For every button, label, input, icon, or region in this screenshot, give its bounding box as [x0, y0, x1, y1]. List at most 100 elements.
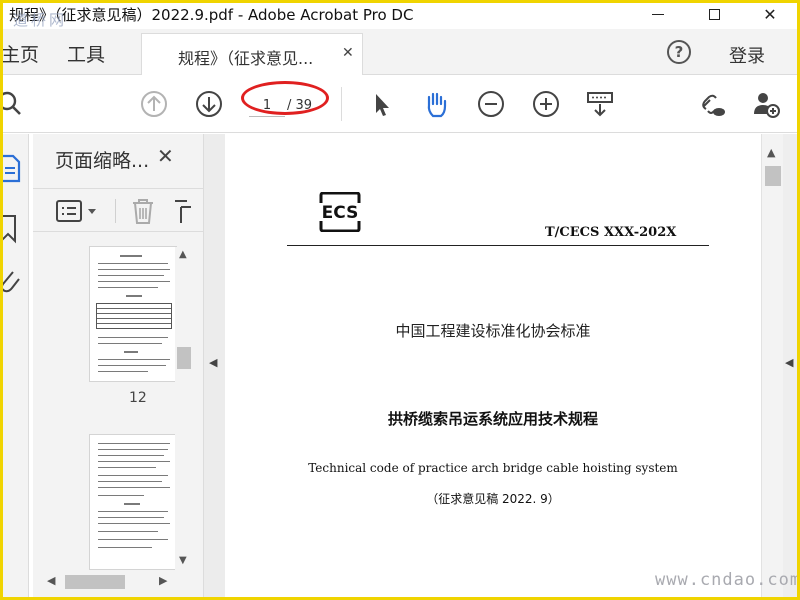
toolbar: 1 / 39: [3, 75, 797, 133]
add-user-icon[interactable]: [751, 89, 781, 119]
thumb-text-line: [98, 511, 168, 512]
next-page-icon[interactable]: [194, 89, 224, 119]
thumbnail-options-icon[interactable]: [55, 199, 101, 223]
window-title: 规程》（征求意见稿）2022.9.pdf - Adobe Acrobat Pro…: [9, 6, 414, 24]
toolbar-separator: [341, 87, 342, 121]
close-window-button[interactable]: ✕: [747, 3, 793, 25]
scroll-up-icon[interactable]: ▲: [179, 249, 187, 260]
select-cursor-icon[interactable]: [367, 89, 397, 119]
expand-right-pane-icon[interactable]: ◀: [785, 356, 793, 369]
ecs-logo-text: ECS: [322, 203, 359, 223]
thumb-text-line: [98, 539, 168, 540]
thumb-text-line: [124, 351, 138, 353]
scrollbar-thumb[interactable]: [65, 575, 125, 589]
thumb-table: [96, 303, 172, 329]
thumb-text-line: [98, 443, 170, 444]
scroll-up-icon[interactable]: ▲: [767, 146, 775, 159]
scrollbar-thumb[interactable]: [765, 166, 781, 186]
previous-page-icon[interactable]: [139, 89, 169, 119]
thumb-text-line: [98, 475, 168, 476]
thumb-text-line: [98, 523, 170, 524]
tab-document-label: 规程》（征求意见...: [178, 49, 314, 68]
thumb-text-line: [98, 531, 158, 532]
thumb-text-line: [98, 263, 168, 264]
nav-tools[interactable]: 工具: [67, 40, 105, 67]
zoom-in-icon[interactable]: [531, 89, 561, 119]
thumb-text-line: [98, 455, 164, 456]
scroll-left-icon[interactable]: ◀: [47, 574, 55, 587]
thumb-text-line: [98, 481, 162, 482]
scroll-right-icon[interactable]: ▶: [159, 574, 167, 587]
thumb-text-line: [124, 503, 140, 505]
thumb-text-line: [98, 449, 168, 450]
thumb-text-line: [98, 461, 170, 462]
document-title-en: Technical code of practice arch bridge c…: [308, 461, 678, 475]
attachment-icon[interactable]: [3, 266, 23, 296]
watermark-bottom: www.cndao.com: [655, 570, 797, 590]
thumbnails-panel: 页面缩略... ✕ 12 ▲ ▼ ◀ ▶: [33, 134, 203, 597]
document-page: ECS T/CECS XXX-202X 中国工程建设标准化协会标准 拱桥缆索吊运…: [225, 134, 761, 597]
maximize-button[interactable]: [691, 3, 737, 25]
tab-close-button[interactable]: ✕: [342, 45, 354, 61]
thumb-text-line: [98, 495, 144, 496]
page-thumbnail[interactable]: [89, 246, 177, 382]
delete-page-icon[interactable]: [129, 197, 157, 225]
panel-toolbar: [33, 188, 203, 232]
thumb-text-line: [98, 359, 170, 360]
bookmark-icon[interactable]: [3, 214, 23, 244]
collapse-panel-icon[interactable]: ◀: [209, 356, 217, 369]
maximize-icon: [708, 8, 720, 20]
thumbnail-horizontal-scrollbar[interactable]: ◀ ▶: [43, 572, 193, 592]
insert-page-icon[interactable]: [173, 197, 193, 225]
minimize-button[interactable]: [635, 3, 681, 25]
hand-tool-icon[interactable]: [421, 89, 451, 119]
login-link[interactable]: 登录: [729, 42, 765, 68]
right-pane-toggle[interactable]: ◀: [783, 134, 797, 597]
thumb-text-line: [98, 287, 158, 288]
thumb-text-line: [98, 343, 162, 344]
page-display-icon[interactable]: [585, 89, 615, 119]
thumb-text-line: [98, 517, 164, 518]
title-bar: 规程》（征求意见稿）2022.9.pdf - Adobe Acrobat Pro…: [3, 3, 797, 29]
thumb-text-line: [98, 337, 168, 338]
acrobat-window: 规程》（征求意见稿）2022.9.pdf - Adobe Acrobat Pro…: [3, 3, 797, 597]
navigation-rail: [3, 134, 29, 597]
share-link-icon[interactable]: [697, 89, 727, 119]
page-thumbnails-icon[interactable]: [3, 154, 23, 184]
standard-number: T/CECS XXX-202X: [545, 225, 677, 240]
panel-title: 页面缩略...: [55, 150, 150, 172]
draft-note: （征求意见稿 2022. 9）: [426, 492, 560, 506]
scroll-down-icon[interactable]: ▼: [179, 555, 187, 566]
zoom-out-icon[interactable]: [476, 89, 506, 119]
thumb-text-line: [98, 365, 166, 366]
thumbnail-page-label: 12: [129, 390, 147, 406]
thumb-text-line: [98, 487, 170, 488]
document-title-cn: 拱桥缆索吊运系统应用技术规程: [387, 410, 598, 428]
header-rule: [287, 245, 709, 246]
document-view[interactable]: ECS T/CECS XXX-202X 中国工程建设标准化协会标准 拱桥缆索吊运…: [225, 134, 761, 597]
scrollbar-thumb[interactable]: [177, 347, 191, 369]
watermark-top: 道桥网: [13, 11, 68, 29]
thumb-text-line: [98, 371, 148, 372]
panel-separator: [115, 199, 116, 223]
panel-splitter[interactable]: ◀: [203, 134, 225, 597]
thumb-text-line: [98, 281, 170, 282]
thumb-text-line: [120, 255, 142, 257]
thumb-text-line: [98, 467, 156, 468]
minimize-icon: [652, 13, 664, 15]
thumb-text-line: [98, 547, 152, 548]
thumb-text-line: [98, 269, 170, 270]
page-thumbnail[interactable]: [89, 434, 177, 570]
tab-document[interactable]: 规程》（征求意见... ✕: [141, 33, 363, 75]
organization-name: 中国工程建设标准化协会标准: [395, 322, 591, 340]
help-icon[interactable]: ?: [667, 40, 691, 64]
red-annotation-ellipse: [241, 81, 329, 115]
ecs-logo: ECS: [309, 192, 371, 232]
document-vertical-scrollbar[interactable]: ▲: [761, 134, 783, 597]
search-icon[interactable]: [3, 89, 25, 119]
nav-home[interactable]: 主页: [3, 40, 39, 67]
thumbnail-vertical-scrollbar[interactable]: ▲ ▼: [175, 247, 193, 571]
thumb-text-line: [98, 275, 164, 276]
panel-close-button[interactable]: ✕: [157, 144, 174, 168]
tab-bar: 主页 工具 规程》（征求意见... ✕ ? 登录: [3, 29, 797, 75]
